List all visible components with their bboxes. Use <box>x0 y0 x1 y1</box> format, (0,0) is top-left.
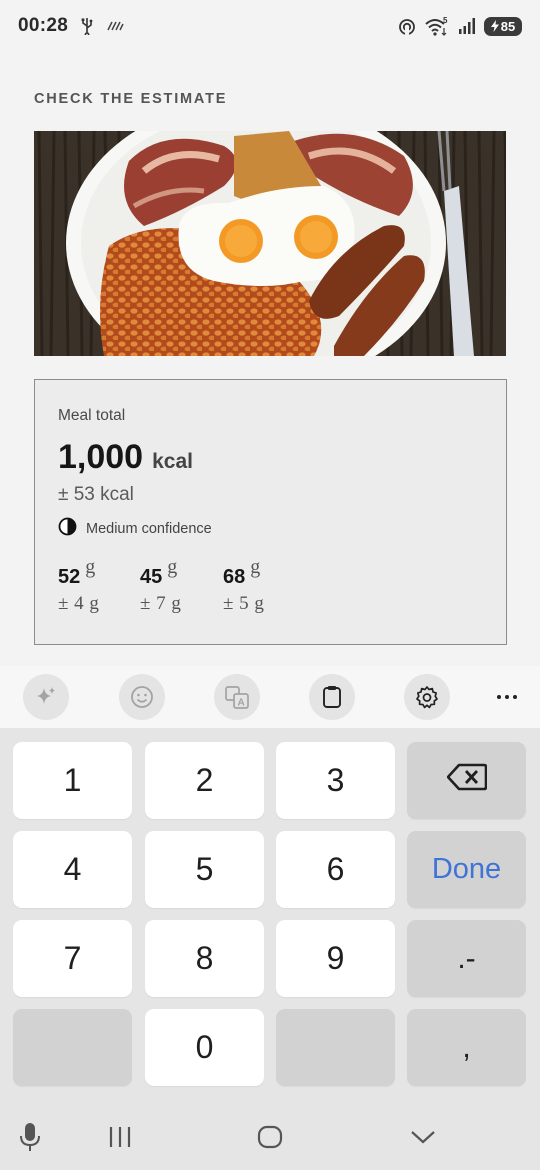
confidence-row: Medium confidence <box>58 517 212 541</box>
macro-value: 52 <box>58 566 81 588</box>
key-1[interactable]: 1 <box>13 742 132 819</box>
macro-range: ± 5 g <box>223 593 265 614</box>
macro-unit: g <box>250 556 261 578</box>
wifi-icon: 5 <box>424 16 450 36</box>
battery-charging-icon: 85 <box>484 16 522 36</box>
half-circle-icon <box>58 517 77 541</box>
status-left: 00:28 <box>18 15 124 37</box>
usb-icon <box>80 17 94 35</box>
page-title: CHECK THE ESTIMATE <box>34 91 228 107</box>
key-3[interactable]: 3 <box>276 742 395 819</box>
macro-unit: g <box>85 556 96 578</box>
macro-range: ± 4 g <box>58 593 100 614</box>
status-time: 00:28 <box>18 15 69 36</box>
key-5[interactable]: 5 <box>145 831 264 908</box>
macro-1: 52 g ± 4 g <box>58 556 100 615</box>
signal-icon <box>458 17 476 35</box>
key-6[interactable]: 6 <box>276 831 395 908</box>
key-8[interactable]: 8 <box>145 920 264 997</box>
estimate-card: Meal total 1,000 kcal ± 53 kcal Medium c… <box>34 379 507 645</box>
numeric-keyboard: 1 2 3 4 5 6 Done 7 8 9 .- 0 , <box>0 728 540 1100</box>
nfc-icon <box>398 17 416 35</box>
meal-photo[interactable] <box>34 131 506 356</box>
blank-key[interactable] <box>13 1009 132 1086</box>
key-7[interactable]: 7 <box>13 920 132 997</box>
navigation-bar <box>0 1100 540 1170</box>
macro-value: 68 <box>223 566 246 588</box>
macro-2: 45 g ± 7 g <box>140 556 182 615</box>
emoji-icon[interactable] <box>119 674 165 720</box>
vibrate-icon <box>106 20 124 32</box>
kcal-unit: kcal <box>152 450 193 473</box>
key-0[interactable]: 0 <box>145 1009 264 1086</box>
confidence-text: Medium confidence <box>86 521 212 537</box>
settings-icon[interactable] <box>404 674 450 720</box>
translate-icon[interactable]: A <box>214 674 260 720</box>
key-9[interactable]: 9 <box>276 920 395 997</box>
backspace-icon <box>446 762 487 799</box>
battery-level: 85 <box>500 18 516 34</box>
backspace-key[interactable] <box>407 742 526 819</box>
home-icon[interactable] <box>250 1120 290 1154</box>
status-right: 5 85 <box>398 16 522 36</box>
svg-text:5: 5 <box>443 16 448 25</box>
kcal-value: 1,000 <box>58 438 144 476</box>
kcal-range: ± 53 kcal <box>58 484 134 505</box>
keyboard-toolbar: A <box>0 666 540 728</box>
microphone-icon[interactable] <box>10 1120 50 1154</box>
ai-sparkle-icon[interactable] <box>23 674 69 720</box>
clipboard-icon[interactable] <box>309 674 355 720</box>
key-4[interactable]: 4 <box>13 831 132 908</box>
dot-minus-key[interactable]: .- <box>407 920 526 997</box>
macro-range: ± 7 g <box>140 593 182 614</box>
macro-unit: g <box>167 556 178 578</box>
more-icon[interactable] <box>484 674 530 720</box>
status-bar: 00:28 5 85 <box>0 0 540 52</box>
macro-3: 68 g ± 5 g <box>223 556 265 615</box>
kcal-row: 1,000 kcal <box>58 438 193 477</box>
back-chevron-icon[interactable] <box>403 1120 443 1154</box>
macro-value: 45 <box>140 566 163 588</box>
svg-text:A: A <box>238 698 245 709</box>
key-2[interactable]: 2 <box>145 742 264 819</box>
meal-total-label: Meal total <box>58 407 126 424</box>
comma-key[interactable]: , <box>407 1009 526 1086</box>
done-key[interactable]: Done <box>407 831 526 908</box>
blank-key[interactable] <box>276 1009 395 1086</box>
recent-apps-icon[interactable] <box>100 1120 140 1154</box>
